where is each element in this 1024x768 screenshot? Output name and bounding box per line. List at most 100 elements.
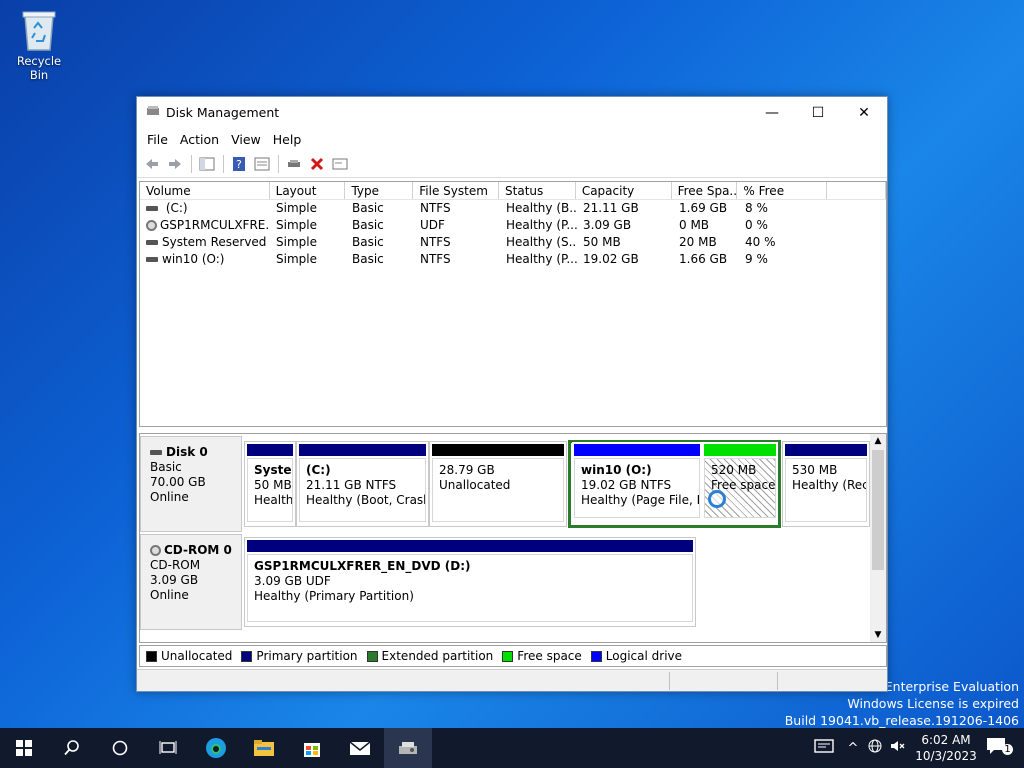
disk-management-window: Disk Management — ☐ ✕ File Action View H… bbox=[136, 96, 888, 692]
table-cell-layout: Simple bbox=[276, 235, 317, 249]
delete-icon[interactable] bbox=[306, 153, 328, 175]
table-cell-capacity: 3.09 GB bbox=[583, 218, 632, 232]
news-interests-icon[interactable] bbox=[806, 738, 842, 758]
table-cell-fs: NTFS bbox=[420, 252, 451, 266]
clock[interactable]: 6:02 AM 10/3/2023 bbox=[908, 732, 984, 764]
partition-bar bbox=[785, 444, 867, 456]
minimize-button[interactable]: — bbox=[749, 97, 795, 128]
table-cell-capacity: 19.02 GB bbox=[583, 252, 639, 266]
chevron-up-icon[interactable]: ^ bbox=[842, 741, 864, 756]
partition-bar bbox=[247, 540, 693, 552]
table-cell-free: 1.69 GB bbox=[679, 201, 728, 215]
table-row[interactable]: (C:) Simple Basic NTFS Healthy (B... 21.11 GB… bbox=[140, 200, 886, 217]
connect-disk-button[interactable] bbox=[283, 153, 305, 175]
show-hide-console-tree-button[interactable] bbox=[196, 153, 218, 175]
status-bar bbox=[137, 669, 887, 691]
recycle-bin-shortcut[interactable]: Recycle Bin bbox=[6, 8, 72, 82]
legend-free-space: Free space bbox=[502, 649, 582, 663]
table-cell-type: Basic bbox=[352, 218, 384, 232]
partition-free-space[interactable]: 520 MB Free space bbox=[702, 442, 778, 524]
file-explorer-icon[interactable] bbox=[240, 728, 288, 768]
back-button[interactable] bbox=[141, 153, 163, 175]
table-cell-free: 20 MB bbox=[679, 235, 717, 249]
column-layout[interactable]: Layout bbox=[270, 182, 346, 199]
scroll-thumb[interactable] bbox=[872, 450, 884, 570]
toolbar-separator bbox=[191, 154, 192, 173]
menu-action[interactable]: Action bbox=[174, 132, 225, 147]
drive-icon bbox=[146, 206, 158, 211]
column-type[interactable]: Type bbox=[345, 182, 414, 199]
table-cell-fs: NTFS bbox=[420, 201, 451, 215]
menu-file[interactable]: File bbox=[141, 132, 174, 147]
table-row[interactable]: System Reserved Simple Basic NTFS Healthy (S… bbox=[140, 234, 886, 251]
menu-view[interactable]: View bbox=[225, 132, 267, 147]
recycle-bin-label: Recycle Bin bbox=[16, 54, 62, 82]
forward-button[interactable] bbox=[164, 153, 186, 175]
column-extra[interactable] bbox=[827, 182, 886, 199]
menu-help[interactable]: Help bbox=[267, 132, 308, 147]
properties-button[interactable] bbox=[251, 153, 273, 175]
legend-logical-drive: Logical drive bbox=[590, 649, 682, 663]
partition-bar bbox=[299, 444, 426, 456]
partition-system-reserved[interactable]: Systen50 MBHealthy bbox=[244, 441, 296, 527]
column-volume[interactable]: Volume bbox=[140, 182, 270, 199]
table-row[interactable]: win10 (O:) Simple Basic NTFS Healthy (P... 19… bbox=[140, 251, 886, 268]
help-button[interactable]: ? bbox=[228, 153, 250, 175]
table-cell-status: Healthy (B... bbox=[506, 201, 577, 215]
settings-view-button[interactable] bbox=[329, 153, 351, 175]
table-cell-type: Basic bbox=[352, 235, 384, 249]
table-cell-fs: UDF bbox=[420, 218, 445, 232]
column-capacity[interactable]: Capacity bbox=[576, 182, 672, 199]
start-button[interactable] bbox=[0, 728, 48, 768]
column-free-space[interactable]: Free Spa... bbox=[672, 182, 738, 199]
volume-list[interactable]: Volume Layout Type File System Status Ca… bbox=[139, 181, 887, 427]
toolbar-separator bbox=[278, 154, 279, 173]
partition-dvd-d[interactable]: GSP1RMCULXFRER_EN_DVD (D:) 3.09 GB UDF Hea… bbox=[244, 537, 696, 627]
extended-partition-selected[interactable]: win10 (O:) 19.02 GB NTFS Healthy (Page Fil… bbox=[568, 440, 781, 528]
partition-unallocated[interactable]: 28.79 GB Unallocated bbox=[429, 441, 567, 527]
column-file-system[interactable]: File System bbox=[413, 182, 500, 199]
cdrom-icon bbox=[150, 545, 161, 556]
close-button[interactable]: ✕ bbox=[841, 97, 887, 128]
edge-browser-icon[interactable] bbox=[192, 728, 240, 768]
volume-name-cell: win10 (O:) bbox=[140, 251, 270, 268]
disk-graphical-view: Disk 0 Basic 70.00 GB Online Systen50 MB… bbox=[139, 433, 887, 643]
cortana-icon[interactable] bbox=[96, 728, 144, 768]
scroll-down-icon[interactable]: ▼ bbox=[870, 628, 886, 642]
table-cell-type: Basic bbox=[352, 201, 384, 215]
search-icon[interactable] bbox=[48, 728, 96, 768]
title-bar[interactable]: Disk Management — ☐ ✕ bbox=[137, 97, 887, 128]
volume-name-cell: System Reserved bbox=[140, 234, 270, 251]
notification-center-icon[interactable]: 1 bbox=[984, 737, 1024, 759]
maximize-button[interactable]: ☐ bbox=[795, 97, 841, 128]
task-view-icon[interactable] bbox=[144, 728, 192, 768]
clock-date: 10/3/2023 bbox=[915, 749, 977, 763]
table-cell-type: Basic bbox=[352, 252, 384, 266]
scroll-up-icon[interactable]: ▲ bbox=[870, 434, 886, 448]
notification-count-badge: 1 bbox=[1002, 744, 1013, 755]
volume-name-cell: (C:) bbox=[140, 200, 270, 217]
disk-0-label[interactable]: Disk 0 Basic 70.00 GB Online bbox=[140, 436, 242, 532]
partition-recovery[interactable]: 530 MBHealthy (Recc bbox=[782, 441, 870, 527]
partition-c-drive[interactable]: (C:)21.11 GB NTFSHealthy (Boot, Crash D bbox=[296, 441, 429, 527]
column-percent-free[interactable]: % Free bbox=[737, 182, 828, 199]
partition-win10-o[interactable]: win10 (O:) 19.02 GB NTFS Healthy (Page Fil… bbox=[572, 442, 702, 524]
table-row[interactable]: GSP1RMCULXFRE... Simple Basic UDF Healthy (P… bbox=[140, 217, 886, 234]
disk-management-taskbar-icon[interactable] bbox=[384, 728, 432, 768]
network-icon[interactable] bbox=[864, 738, 886, 758]
column-status[interactable]: Status bbox=[499, 182, 576, 199]
table-cell-pct: 0 % bbox=[745, 218, 768, 232]
table-cell-status: Healthy (P... bbox=[506, 218, 577, 232]
cdrom-0-row: CD-ROM 0 CD-ROM 3.09 GB Online GSP1RMCUL… bbox=[140, 534, 700, 630]
disk-icon bbox=[150, 450, 162, 455]
partition-bar bbox=[574, 444, 700, 456]
microsoft-store-icon[interactable] bbox=[288, 728, 336, 768]
table-cell-fs: NTFS bbox=[420, 235, 451, 249]
toolbar: ? bbox=[137, 150, 887, 178]
disk-map-scrollbar[interactable]: ▲ ▼ bbox=[870, 434, 886, 642]
table-cell-pct: 9 % bbox=[745, 252, 768, 266]
table-cell-pct: 8 % bbox=[745, 201, 768, 215]
mail-icon[interactable] bbox=[336, 728, 384, 768]
volume-muted-icon[interactable] bbox=[886, 738, 908, 758]
cdrom-0-label[interactable]: CD-ROM 0 CD-ROM 3.09 GB Online bbox=[140, 534, 242, 630]
